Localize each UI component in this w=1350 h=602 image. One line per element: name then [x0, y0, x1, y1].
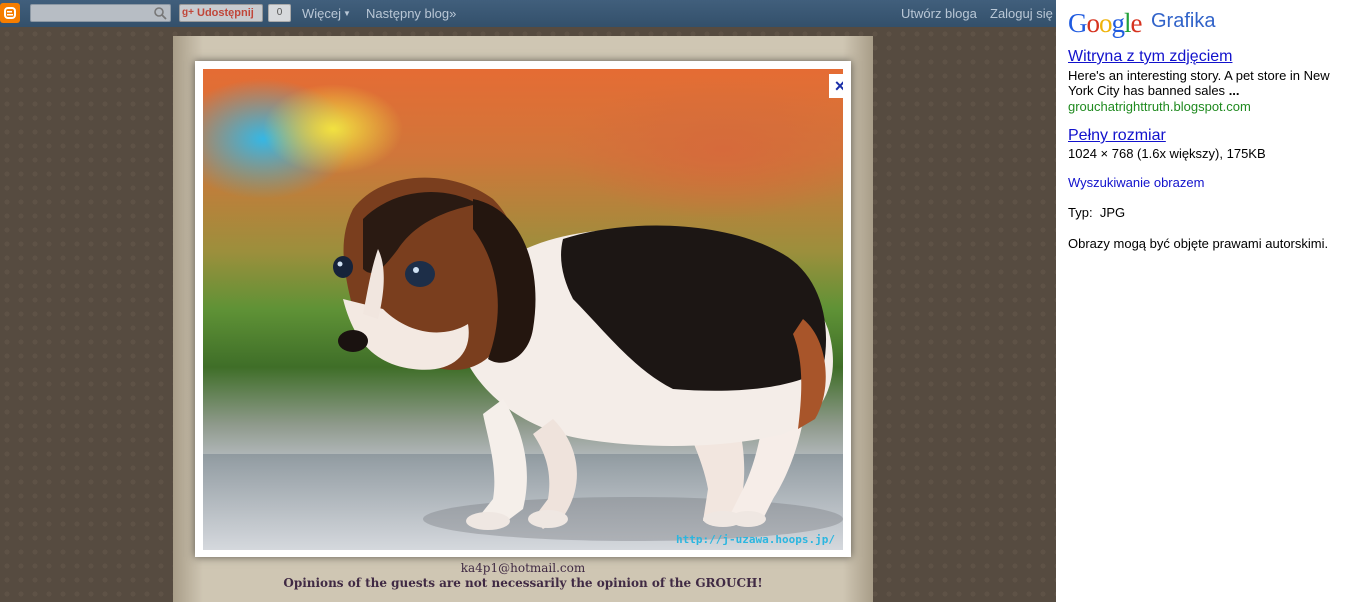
blog-disclaimer: Opinions of the guests are not necessari…: [283, 576, 763, 590]
share-button[interactable]: g+ Udostępnij: [179, 4, 263, 22]
create-blog-link[interactable]: Utwórz bloga: [901, 6, 977, 21]
blogger-navbar: g+ Udostępnij 0 Więcej ▼ Następny blog» U…: [0, 0, 1056, 27]
chevron-down-icon: ▼: [343, 9, 351, 18]
search-by-image-link[interactable]: Wyszukiwanie obrazem: [1068, 175, 1204, 190]
blog-post-date-cut: — — — —: [173, 596, 873, 602]
full-size-link[interactable]: Pełny rozmiar: [1068, 127, 1166, 145]
share-count-badge: 0: [268, 4, 291, 22]
more-menu[interactable]: Więcej ▼: [302, 6, 351, 21]
share-button-label: Udostępnij: [197, 7, 254, 19]
full-size-info: 1024 × 768 (1.6x większy), 175KB: [1068, 146, 1266, 161]
login-link[interactable]: Zaloguj się: [990, 6, 1053, 21]
image-type-row: Typ: JPG: [1068, 205, 1125, 220]
type-value: JPG: [1099, 205, 1126, 220]
search-icon[interactable]: [153, 6, 167, 20]
section-title: Grafika: [1151, 10, 1216, 32]
close-icon[interactable]: ×: [829, 74, 843, 98]
site-with-image-link[interactable]: Witryna z tym zdjęciem: [1068, 48, 1232, 66]
blogger-logo-icon[interactable]: [0, 3, 20, 23]
next-blog-link[interactable]: Następny blog»: [366, 6, 456, 21]
photo-watermark: http://j-uzawa.hoops.jp/: [676, 533, 835, 546]
site-url: grouchatrighttruth.blogspot.com: [1068, 99, 1251, 114]
google-logo[interactable]: Google: [1068, 8, 1142, 39]
blog-email: ka4p1@hotmail.com: [460, 561, 586, 575]
site-description: Here's an interesting story. A pet store…: [1068, 68, 1344, 98]
site-description-ellipsis: ...: [1228, 83, 1240, 98]
site-description-text: Here's an interesting story. A pet store…: [1068, 68, 1330, 98]
more-menu-label: Więcej: [302, 6, 342, 21]
google-images-panel: Google Grafika Witryna z tym zdjęciem He…: [1056, 0, 1350, 602]
type-label: Typ:: [1068, 205, 1093, 220]
copyright-note: Obrazy mogą być objęte prawami autorskim…: [1068, 236, 1329, 251]
beagle-puppy-photo[interactable]: × http://j-uzawa.hoops.jp/: [203, 69, 843, 550]
navbar-search-input[interactable]: [30, 4, 171, 22]
image-lightbox: × http://j-uzawa.hoops.jp/: [195, 61, 851, 557]
photo-illustration: [203, 177, 843, 550]
google-plus-icon: g+: [182, 7, 194, 18]
